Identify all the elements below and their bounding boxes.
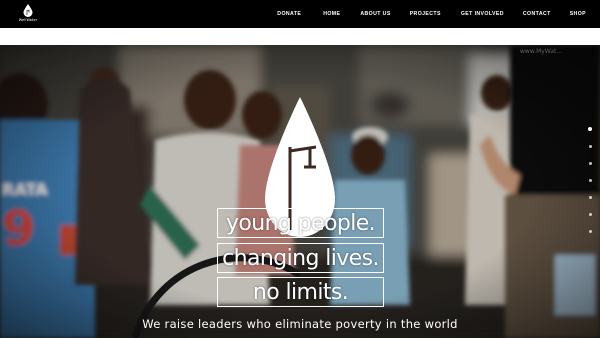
nav-shop[interactable]: SHOP	[570, 11, 586, 17]
slide-dot[interactable]	[588, 196, 592, 199]
site-logo[interactable]: WellWater	[18, 4, 38, 24]
main-nav: DONATE HOME ABOUT US PROJECTS GET INVOLV…	[277, 0, 586, 28]
slide-dot[interactable]	[588, 179, 592, 182]
slogan-line-3: no limits.	[217, 277, 384, 307]
hero-section: 9 RATA	[0, 45, 600, 338]
nav-donate[interactable]: DONATE	[277, 11, 301, 17]
slogan-line-2: changing lives.	[217, 243, 384, 273]
mission-statement: We raise leaders who eliminate poverty i…	[142, 317, 458, 331]
nav-projects[interactable]: PROJECTS	[410, 11, 441, 17]
slide-indicator	[588, 127, 592, 233]
nav-get-involved[interactable]: GET INVOLVED	[461, 11, 504, 17]
nav-home[interactable]: HOME	[323, 11, 340, 17]
water-drop-logo-icon	[23, 4, 33, 17]
logo-wordmark: WellWater	[18, 18, 38, 22]
slide-dot[interactable]	[588, 145, 592, 148]
slogan-line-1: young people.	[217, 208, 384, 238]
nav-about-us[interactable]: ABOUT US	[360, 11, 390, 17]
header-divider-strip	[0, 28, 600, 45]
nav-contact[interactable]: CONTACT	[523, 11, 551, 17]
top-navigation-bar: WellWater DONATE HOME ABOUT US PROJECTS …	[0, 0, 600, 28]
slide-dot[interactable]	[588, 230, 592, 233]
slide-dot[interactable]	[588, 127, 592, 131]
slide-dot[interactable]	[588, 213, 592, 216]
slide-dot[interactable]	[588, 162, 592, 165]
